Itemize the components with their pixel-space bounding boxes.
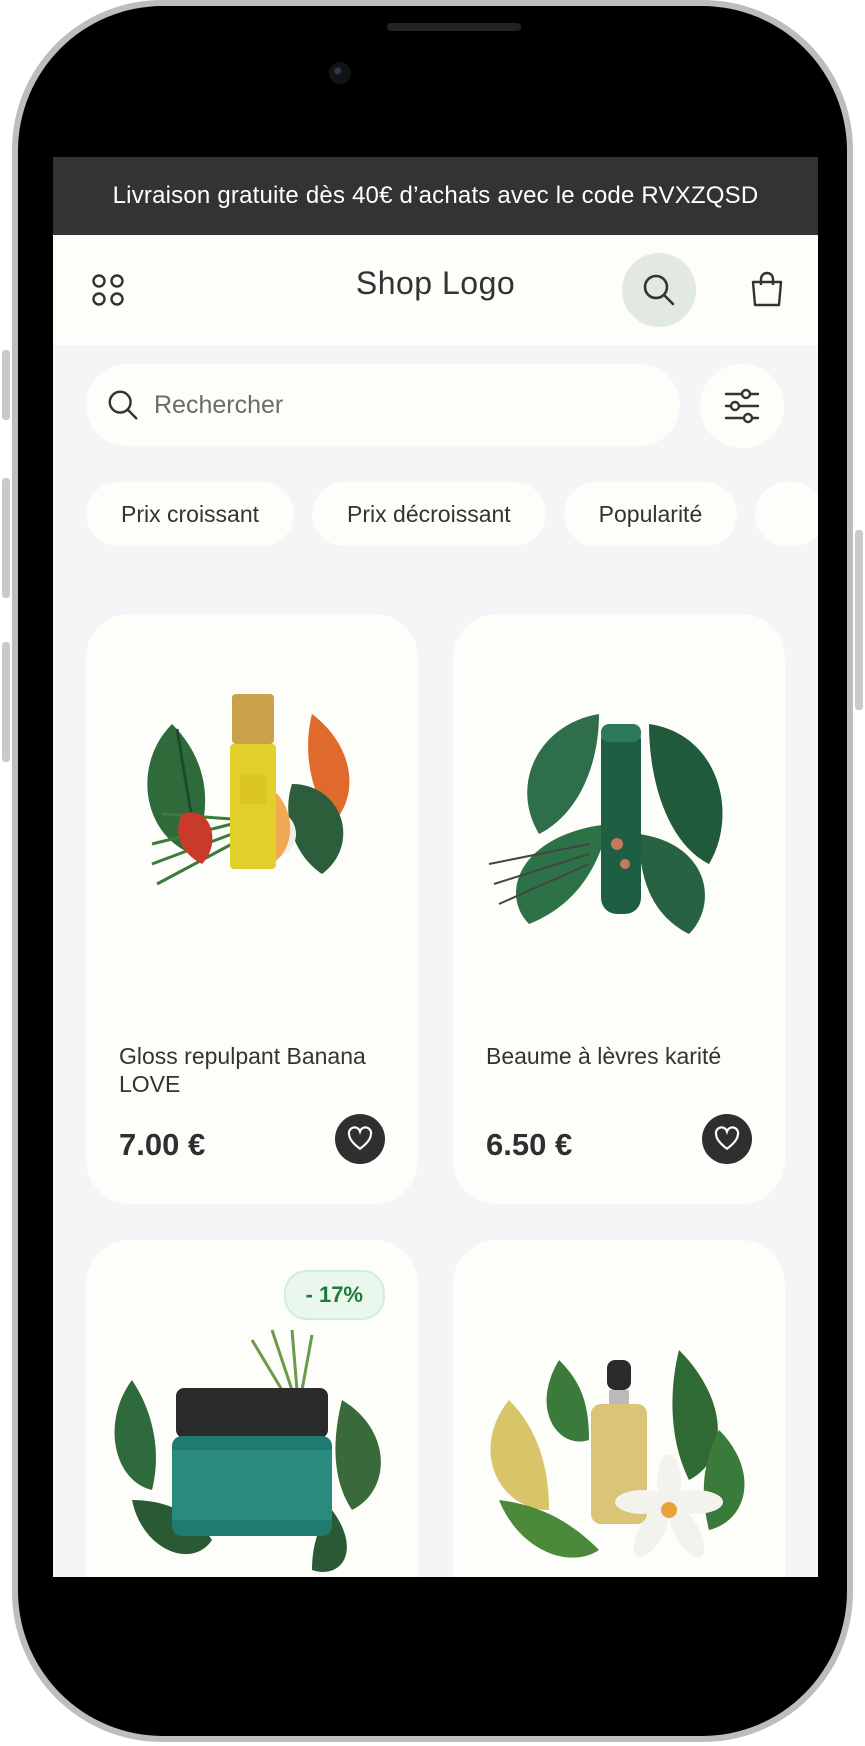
chip-price-asc[interactable]: Prix croissant [86, 482, 295, 546]
product-price: 6.50 € [486, 1127, 573, 1162]
product-card[interactable] [453, 1240, 785, 1577]
app-screen: Livraison gratuite dès 40€ d’achats avec… [53, 157, 818, 1577]
favorite-button[interactable] [702, 1114, 752, 1164]
phone-speaker [387, 23, 521, 31]
product-card[interactable]: Beaume à lèvres karité 6.50 € [453, 614, 785, 1204]
product-image-serum [490, 1350, 745, 1558]
heart-icon [347, 1126, 373, 1151]
phone-mute-switch [2, 350, 10, 420]
phone-camera [329, 62, 351, 84]
product-image-lip-balm [488, 714, 723, 934]
search-bar[interactable] [86, 364, 680, 446]
chip-more[interactable] [755, 482, 818, 546]
shopping-bag-icon[interactable] [747, 269, 787, 309]
product-image-gloss [147, 694, 350, 886]
app-header: Shop Logo [53, 235, 818, 345]
search-input[interactable] [152, 389, 596, 421]
phone-volume-up [2, 478, 10, 598]
sort-chips: Prix croissant Prix décroissant Populari… [86, 482, 818, 546]
product-card[interactable]: Gloss repulpant Banana LOVE 7.00 € [86, 614, 418, 1204]
promo-banner: Livraison gratuite dès 40€ d’achats avec… [53, 157, 818, 235]
filter-sliders-icon [724, 388, 760, 424]
chip-popularity[interactable]: Popularité [563, 482, 738, 546]
discount-badge: - 17% [283, 1270, 385, 1320]
phone-power-button [855, 530, 863, 710]
search-icon [108, 390, 138, 420]
shop-logo[interactable]: Shop Logo [53, 265, 818, 302]
product-name: Beaume à lèvres karité [486, 1043, 722, 1069]
product-name: Gloss repulpant Banana LOVE [119, 1043, 366, 1097]
heart-icon [714, 1126, 740, 1151]
promo-text: Livraison gratuite dès 40€ d’achats avec… [112, 182, 759, 209]
filter-button[interactable] [700, 364, 784, 448]
header-search-button[interactable] [622, 253, 696, 327]
product-price: 7.00 € [119, 1127, 206, 1162]
chip-price-desc[interactable]: Prix décroissant [312, 482, 546, 546]
product-card[interactable]: - 17% [86, 1240, 418, 1577]
favorite-button[interactable] [335, 1114, 385, 1164]
phone-volume-down [2, 642, 10, 762]
search-icon [643, 274, 675, 306]
